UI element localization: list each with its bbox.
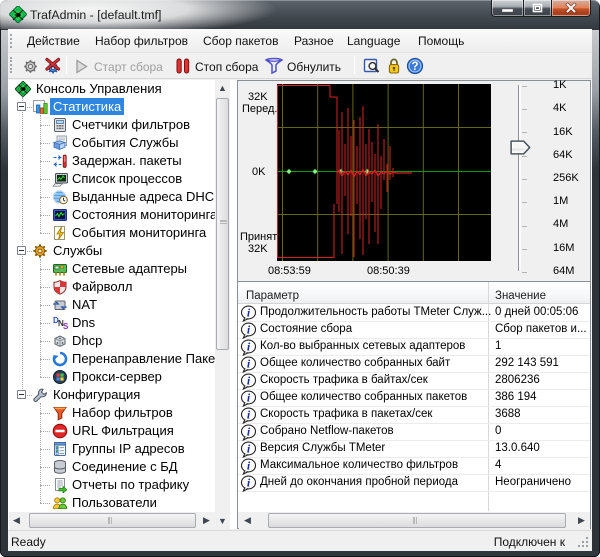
svg-text:?: ? xyxy=(411,61,418,73)
svg-text:S: S xyxy=(63,322,68,331)
